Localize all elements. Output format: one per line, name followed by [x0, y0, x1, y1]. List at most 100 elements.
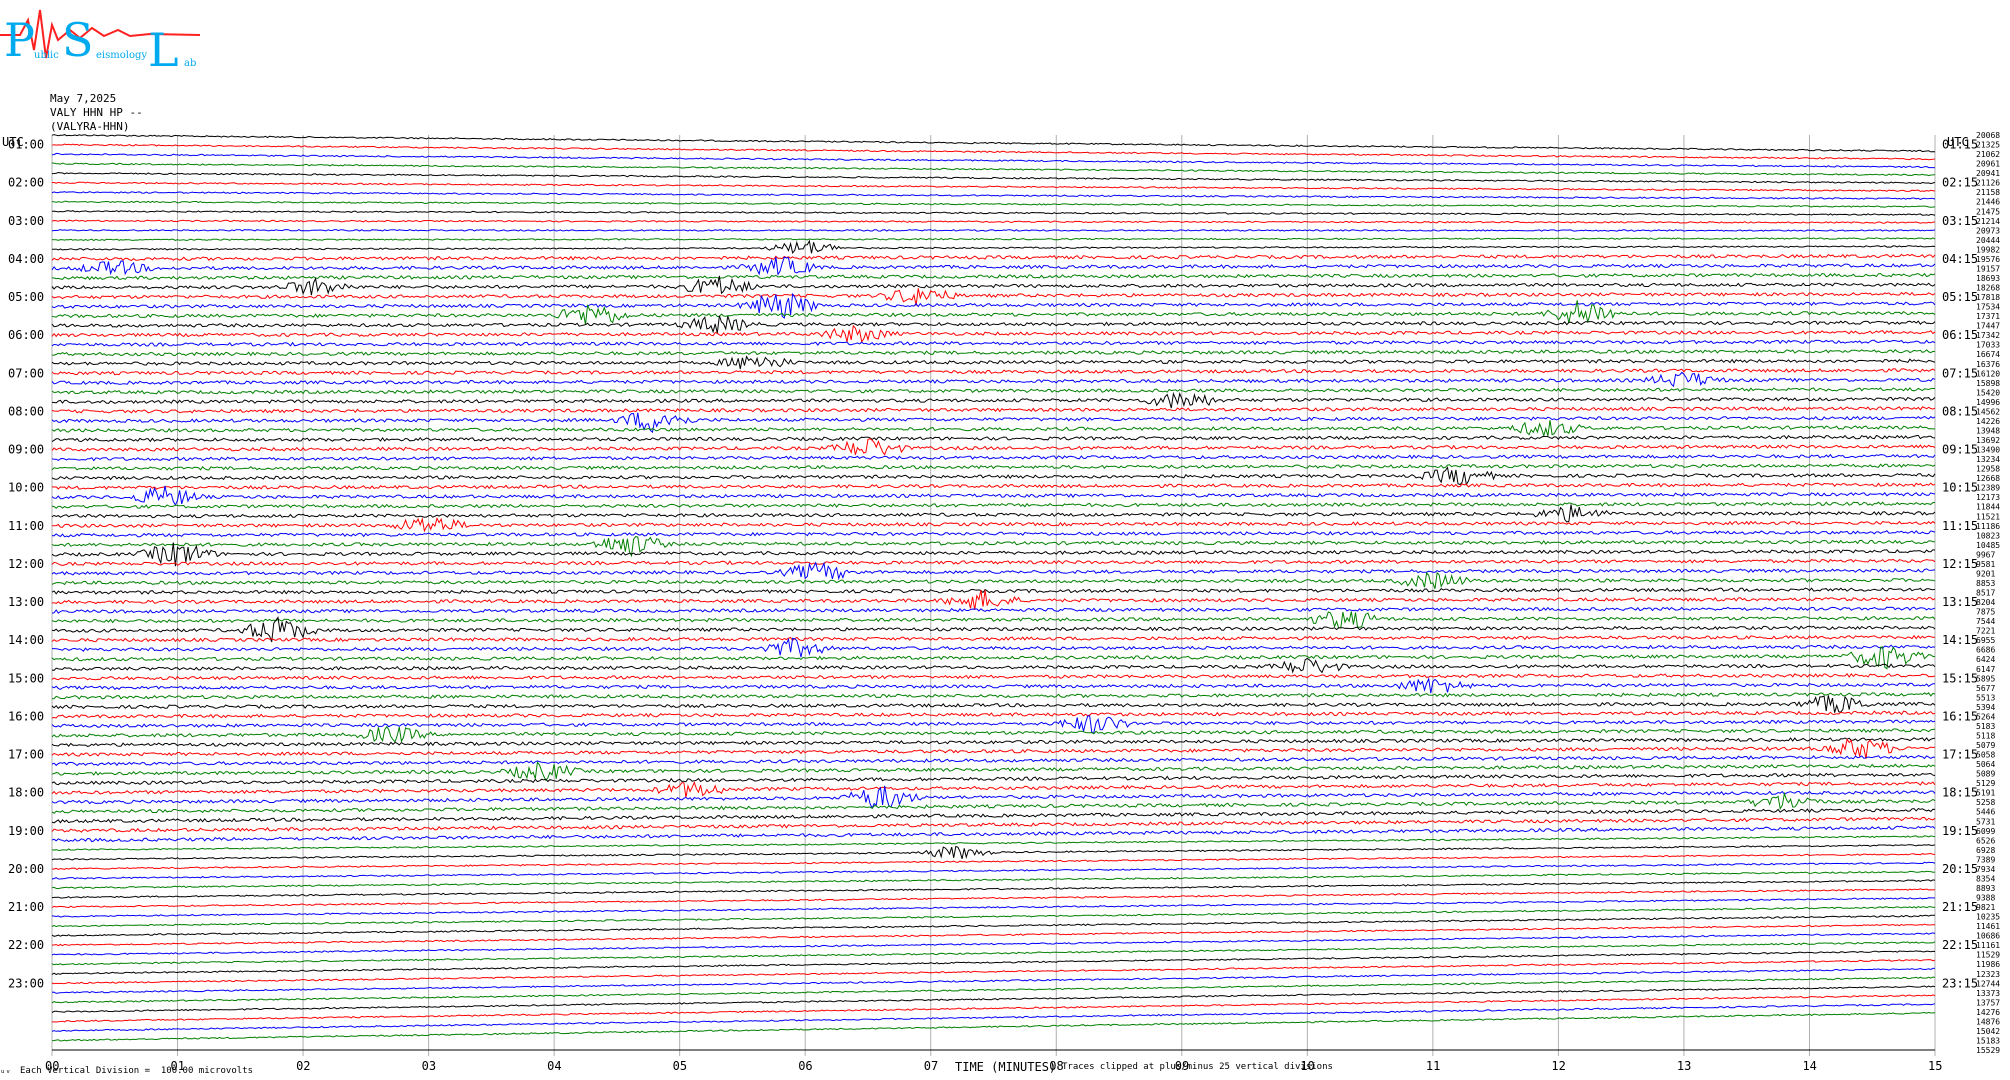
hour-label-right: 09:15	[1942, 443, 1978, 457]
trace-27	[51, 387, 1936, 395]
trace-value: 11521	[1976, 512, 2000, 521]
trace-value: 5677	[1976, 684, 1995, 693]
x-axis-title: TIME (MINUTES)	[955, 1060, 1056, 1074]
trace-24	[51, 355, 1936, 370]
trace-9	[51, 219, 1936, 224]
trace-value: 14276	[1976, 1008, 2000, 1017]
trace-82	[51, 897, 1936, 918]
trace-89	[51, 959, 1936, 985]
trace-8	[51, 210, 1936, 216]
trace-value: 7544	[1976, 617, 1995, 626]
trace-61	[51, 710, 1936, 719]
hour-label-right: 12:15	[1942, 557, 1978, 571]
hour-label-left: 13:00	[8, 595, 44, 609]
trace-69	[51, 781, 1936, 798]
trace-value: 13373	[1976, 989, 2000, 998]
trace-67	[51, 761, 1936, 782]
trace-value: 5058	[1976, 751, 1995, 760]
trace-32	[51, 434, 1936, 443]
trace-87	[51, 941, 1936, 966]
trace-value: 5118	[1976, 731, 1995, 740]
trace-11	[51, 237, 1936, 242]
trace-81	[51, 888, 1936, 909]
trace-value: 15898	[1976, 379, 2000, 388]
trace-37	[51, 482, 1936, 490]
trace-77	[51, 852, 1936, 870]
trace-47	[51, 571, 1936, 589]
trace-51	[51, 611, 1936, 629]
x-tick-14: 14	[1802, 1059, 1816, 1073]
trace-46	[51, 561, 1936, 581]
corner-mark: ᵤᵥ	[0, 1066, 11, 1076]
trace-value: 13692	[1976, 436, 2000, 445]
trace-value: 5183	[1976, 722, 1995, 731]
hour-label-left: 15:00	[8, 671, 44, 685]
trace-62	[51, 715, 1936, 733]
trace-41	[52, 517, 1936, 533]
trace-value: 12744	[1976, 979, 2000, 988]
clip-note: Traces clipped at plus/minus 25 vertical…	[1062, 1062, 1333, 1072]
trace-64	[51, 737, 1936, 747]
x-tick-11: 11	[1426, 1059, 1440, 1073]
trace-value: 5731	[1976, 817, 1995, 826]
trace-5	[52, 181, 1936, 192]
x-tick-03: 03	[422, 1059, 436, 1073]
trace-1	[51, 143, 1936, 161]
trace-value: 14996	[1976, 398, 2000, 407]
trace-value: 21158	[1976, 188, 2000, 197]
hour-label-left: 09:00	[8, 443, 44, 457]
hour-label-right: 11:15	[1942, 519, 1978, 533]
trace-10	[51, 229, 1936, 232]
trace-value: 21475	[1976, 207, 2000, 216]
trace-15	[51, 272, 1936, 281]
hour-label-left: 11:00	[8, 519, 44, 533]
trace-value: 20973	[1976, 226, 2000, 235]
trace-22	[51, 339, 1936, 347]
trace-21	[51, 324, 1936, 344]
trace-value: 17818	[1976, 293, 2000, 302]
trace-value: 7221	[1976, 627, 1995, 636]
hour-label-left: 12:00	[8, 557, 44, 571]
trace-value: 16120	[1976, 369, 2000, 378]
trace-value: 5064	[1976, 760, 1995, 769]
trace-value: 20068	[1976, 131, 2000, 140]
hour-label-left: 02:00	[8, 176, 44, 190]
hour-label-right: 22:15	[1942, 938, 1978, 952]
trace-value: 21325	[1976, 141, 2000, 150]
trace-6	[51, 191, 1936, 200]
helicorder-chart: UTC UTC TIME (MINUTES) 00 01 02 03 04 05 06 07 0…	[2, 131, 2000, 1074]
trace-value: 6099	[1976, 827, 1995, 836]
trace-value: 6424	[1976, 655, 1995, 664]
trace-value: 11529	[1976, 951, 2000, 960]
trace-70	[51, 785, 1936, 810]
hour-label-left: 05:00	[8, 290, 44, 304]
trace-12	[51, 239, 1936, 255]
trace-value: 6955	[1976, 636, 1995, 645]
trace-value: 13490	[1976, 446, 2000, 455]
trace-60	[51, 695, 1936, 713]
x-tick-13: 13	[1677, 1059, 1691, 1073]
hour-label-right: 08:15	[1942, 404, 1978, 418]
hour-label-left: 01:00	[8, 138, 44, 152]
hour-label-left: 19:00	[8, 824, 44, 838]
hour-label-right: 06:15	[1942, 328, 1978, 342]
trace-84	[51, 914, 1936, 937]
hour-label-left: 21:00	[8, 900, 44, 914]
hour-label-left: 08:00	[8, 404, 44, 418]
trace-38	[51, 485, 1936, 507]
hour-label-right: 01:15	[1942, 138, 1978, 152]
hour-label-left: 22:00	[8, 938, 44, 952]
trace-35	[51, 463, 1936, 471]
hour-label-left: 18:00	[8, 786, 44, 800]
trace-value: 10686	[1976, 932, 2000, 941]
trace-value: 19576	[1976, 255, 2000, 264]
trace-value: 14562	[1976, 407, 2000, 416]
trace-28	[51, 391, 1936, 409]
hour-label-right: 07:15	[1942, 366, 1978, 380]
trace-value: 17342	[1976, 331, 2000, 340]
trace-7	[51, 200, 1936, 208]
trace-44	[51, 542, 1936, 567]
trace-33	[51, 438, 1936, 456]
hour-label-right: 14:15	[1942, 633, 1978, 647]
trace-value: 5513	[1976, 693, 1995, 702]
